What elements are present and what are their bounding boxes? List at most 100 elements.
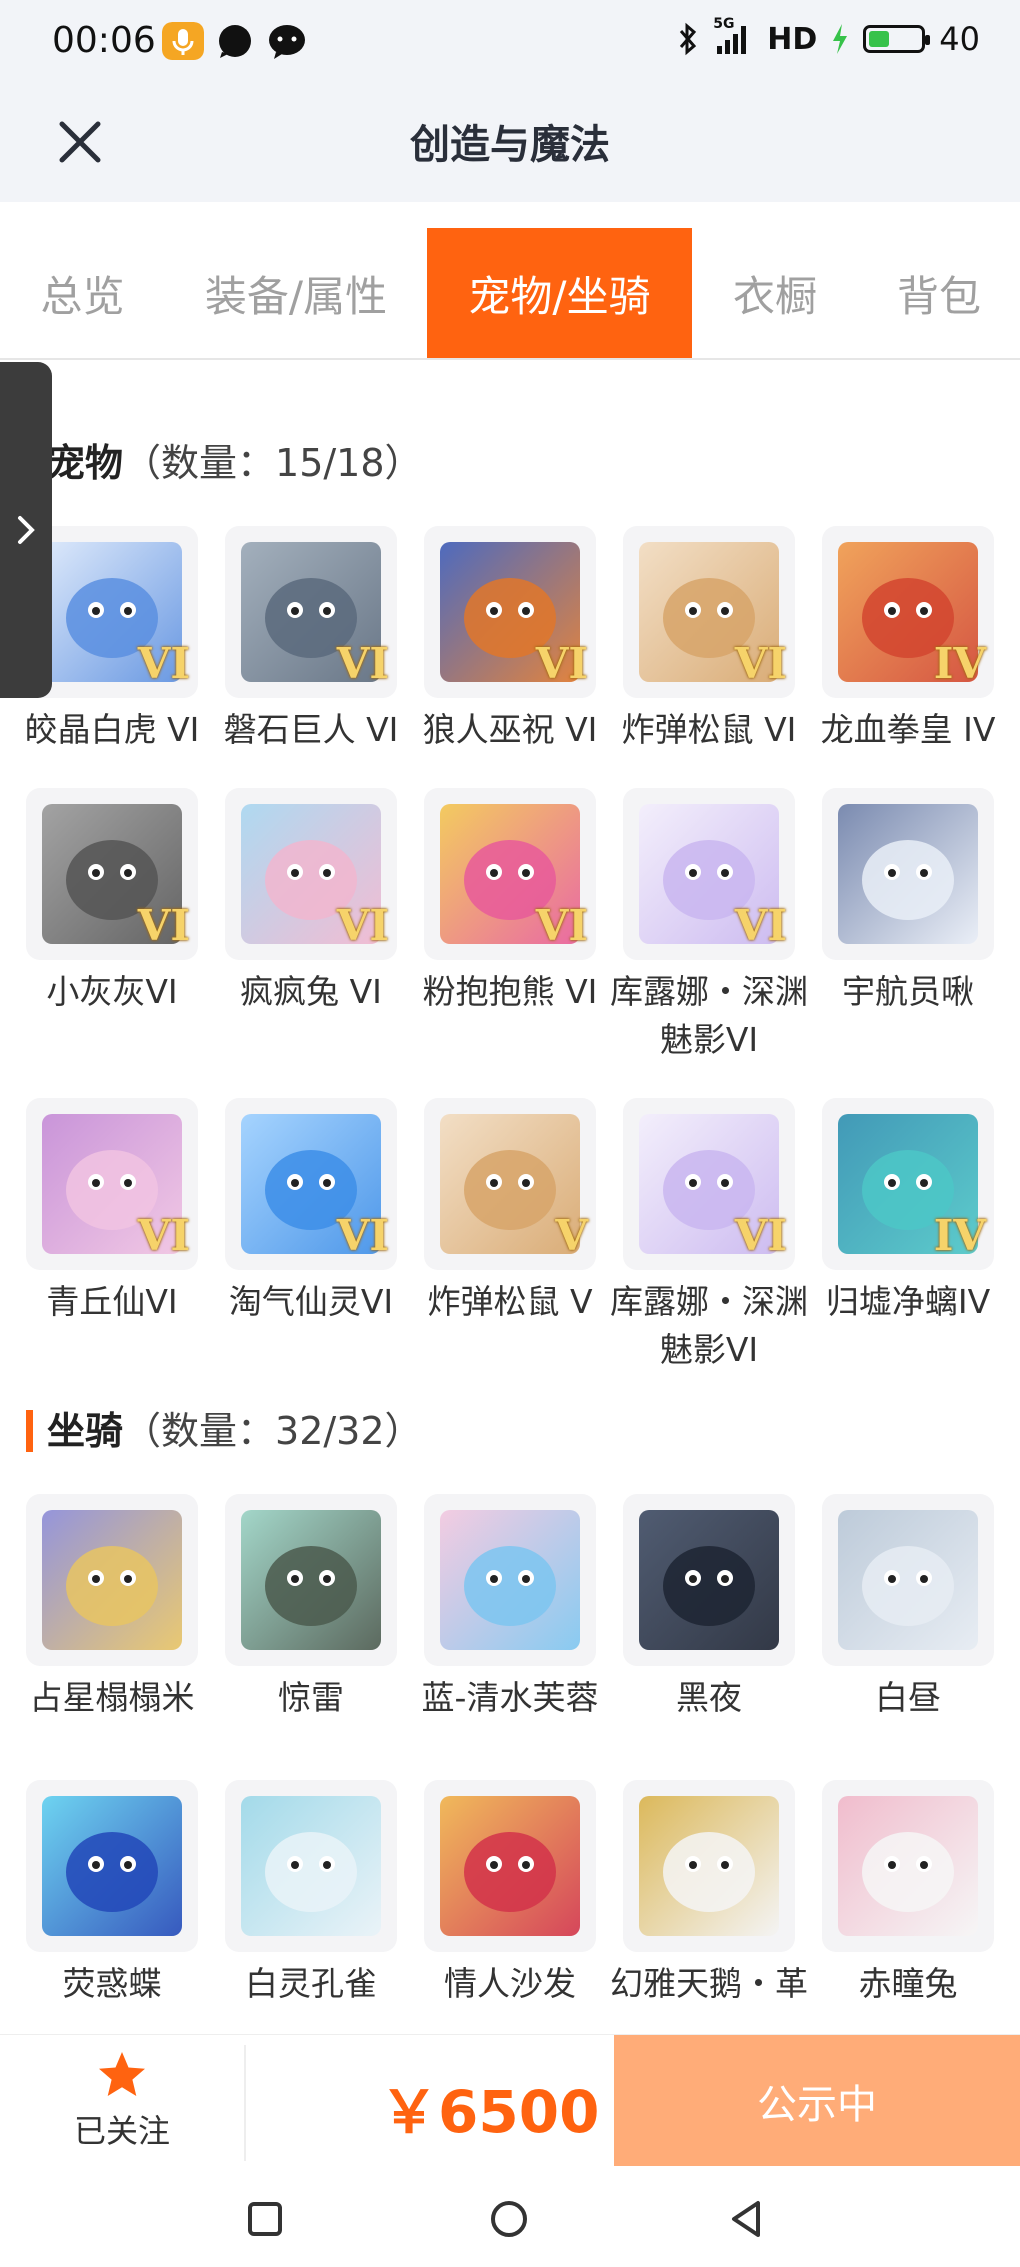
pet-name: 小灰灰VI — [46, 972, 178, 1011]
pet-name: 归墟净螭IV — [825, 1282, 991, 1321]
follow-label: 已关注 — [73, 2112, 170, 2150]
mount-artwork-icon — [42, 1510, 182, 1650]
level-badge: VI — [137, 1211, 190, 1260]
pet-name: 库露娜・深渊魅影VI — [610, 972, 808, 1059]
status-right: 5G HD 40 — [677, 16, 980, 58]
mounts-section-header: 坐骑（数量：32/32） — [26, 1400, 423, 1455]
pet-item[interactable]: VI 狼人巫祝 VI — [423, 526, 597, 754]
wechat-icon — [269, 25, 305, 59]
mount-thumbnail — [623, 1780, 795, 1952]
tab-pets-mounts[interactable]: 宠物/坐骑 — [427, 228, 692, 358]
mount-item[interactable]: 黑夜 — [623, 1494, 795, 1746]
pet-name: 狼人巫祝 VI — [422, 710, 598, 749]
mount-artwork-icon — [440, 1796, 580, 1936]
level-badge: VI — [336, 639, 389, 688]
pet-name: 疯疯兔 VI — [240, 972, 382, 1011]
voice-app-icon — [162, 22, 204, 60]
mount-item[interactable]: 占星榻榻米 — [26, 1494, 198, 1746]
mount-artwork-icon — [639, 1796, 779, 1936]
mount-item[interactable]: 惊雷 — [225, 1494, 397, 1746]
mounts-grid: 占星榻榻米 惊雷 蓝-清水芙蓉 黑夜 白昼荧惑蝶 白灵孔雀 情人沙发 幻雅天鹅・革 赤瞳兔 — [26, 1494, 998, 2032]
mounts-section-title: 坐骑 — [47, 1409, 124, 1453]
pet-item[interactable]: VI 炸弹松鼠 VI — [622, 526, 796, 754]
battery-icon — [863, 25, 931, 53]
mount-thumbnail — [225, 1494, 397, 1666]
mount-thumbnail — [26, 1780, 198, 1952]
pet-item[interactable]: VI 磐石巨人 VI — [224, 526, 398, 754]
level-badge: IV — [933, 639, 986, 688]
follow-button[interactable]: 已关注 — [0, 2035, 244, 2167]
pet-thumbnail: VI — [225, 526, 397, 698]
tab-wardrobe[interactable]: 衣橱 — [692, 228, 858, 358]
pet-thumbnail: VI — [225, 1098, 397, 1270]
level-badge: V — [555, 1211, 588, 1260]
pet-item[interactable]: V 炸弹松鼠 V — [424, 1098, 596, 1374]
side-drawer-handle[interactable] — [0, 362, 52, 698]
level-badge: VI — [734, 639, 787, 688]
page-title: 创造与魔法 — [410, 122, 610, 168]
pet-item[interactable]: VI 库露娜・深渊魅影VI — [610, 788, 808, 1064]
mount-artwork-icon — [639, 1510, 779, 1650]
pet-item[interactable]: VI 疯疯兔 VI — [225, 788, 397, 1064]
mount-item[interactable]: 蓝-清水芙蓉 — [422, 1494, 598, 1746]
header: 创造与魔法 — [0, 84, 1020, 202]
level-badge: VI — [535, 639, 588, 688]
pet-thumbnail: IV — [822, 526, 994, 698]
pet-item[interactable]: IV 归墟净螭IV — [822, 1098, 994, 1374]
chat-bubble-icon — [219, 25, 251, 58]
circle-icon[interactable] — [484, 2194, 534, 2244]
square-icon[interactable] — [240, 2194, 290, 2244]
battery-fill — [869, 31, 890, 47]
mount-thumbnail — [26, 1494, 198, 1666]
mount-name: 赤瞳兔 — [858, 1964, 958, 2003]
notification-icons — [162, 22, 308, 60]
mount-artwork-icon — [838, 1510, 978, 1650]
pet-thumbnail — [822, 788, 994, 960]
pet-name: 炸弹松鼠 V — [427, 1282, 593, 1321]
pet-name: 宇航员啾 — [842, 972, 974, 1011]
pet-name: 青丘仙VI — [46, 1282, 178, 1321]
mount-name: 白灵孔雀 — [245, 1964, 377, 2003]
tab-bar: 总览 装备/属性 宠物/坐骑 衣橱 背包 — [0, 228, 1020, 360]
status-time: 00:06 — [52, 20, 156, 61]
chevron-right-icon — [18, 516, 35, 544]
mount-item[interactable]: 荧惑蝶 — [26, 1780, 198, 2032]
mount-name: 惊雷 — [278, 1678, 344, 1717]
tab-equipment[interactable]: 装备/属性 — [165, 228, 427, 358]
pet-thumbnail: V — [424, 1098, 596, 1270]
mount-item[interactable]: 情人沙发 — [424, 1780, 596, 2032]
mount-item[interactable]: 幻雅天鹅・革 — [610, 1780, 808, 2032]
tab-overview[interactable]: 总览 — [0, 228, 165, 358]
pet-item[interactable]: VI 青丘仙VI — [26, 1098, 198, 1374]
pet-item[interactable]: VI 小灰灰VI — [26, 788, 198, 1064]
pet-thumbnail: IV — [822, 1098, 994, 1270]
mount-name: 占星榻榻米 — [29, 1678, 195, 1717]
mount-name: 荧惑蝶 — [62, 1964, 162, 2003]
mount-item[interactable]: 白昼 — [822, 1494, 994, 1746]
level-badge: VI — [336, 901, 389, 950]
level-badge: VI — [535, 901, 588, 950]
pet-item[interactable]: VI 粉抱抱熊 VI — [423, 788, 597, 1064]
mount-artwork-icon — [241, 1796, 381, 1936]
back-triangle-icon[interactable] — [722, 2194, 772, 2244]
level-badge: VI — [734, 901, 787, 950]
mount-name: 黑夜 — [676, 1678, 742, 1717]
mount-thumbnail — [623, 1494, 795, 1666]
pet-item[interactable]: VI 淘气仙灵VI — [225, 1098, 397, 1374]
bluetooth-icon — [680, 22, 697, 56]
pet-item[interactable]: 宇航员啾 — [822, 788, 994, 1064]
level-badge: IV — [933, 1211, 986, 1260]
star-icon — [99, 2052, 145, 2096]
pet-thumbnail: VI — [623, 1098, 795, 1270]
public-notice-button[interactable]: 公示中 — [614, 2035, 1020, 2167]
pet-item[interactable]: IV 龙血拳皇 IV — [821, 526, 995, 754]
mount-item[interactable]: 白灵孔雀 — [225, 1780, 397, 2032]
mount-thumbnail — [822, 1494, 994, 1666]
mount-item[interactable]: 赤瞳兔 — [822, 1780, 994, 2032]
system-nav-bar — [0, 2166, 1020, 2267]
tab-backpack[interactable]: 背包 — [858, 228, 1020, 358]
status-bar: 00:06 5G HD 40 — [0, 0, 1020, 84]
pet-thumbnail: VI — [225, 788, 397, 960]
mount-artwork-icon — [440, 1510, 580, 1650]
pet-item[interactable]: VI 库露娜・深渊魅影VI — [610, 1098, 808, 1374]
